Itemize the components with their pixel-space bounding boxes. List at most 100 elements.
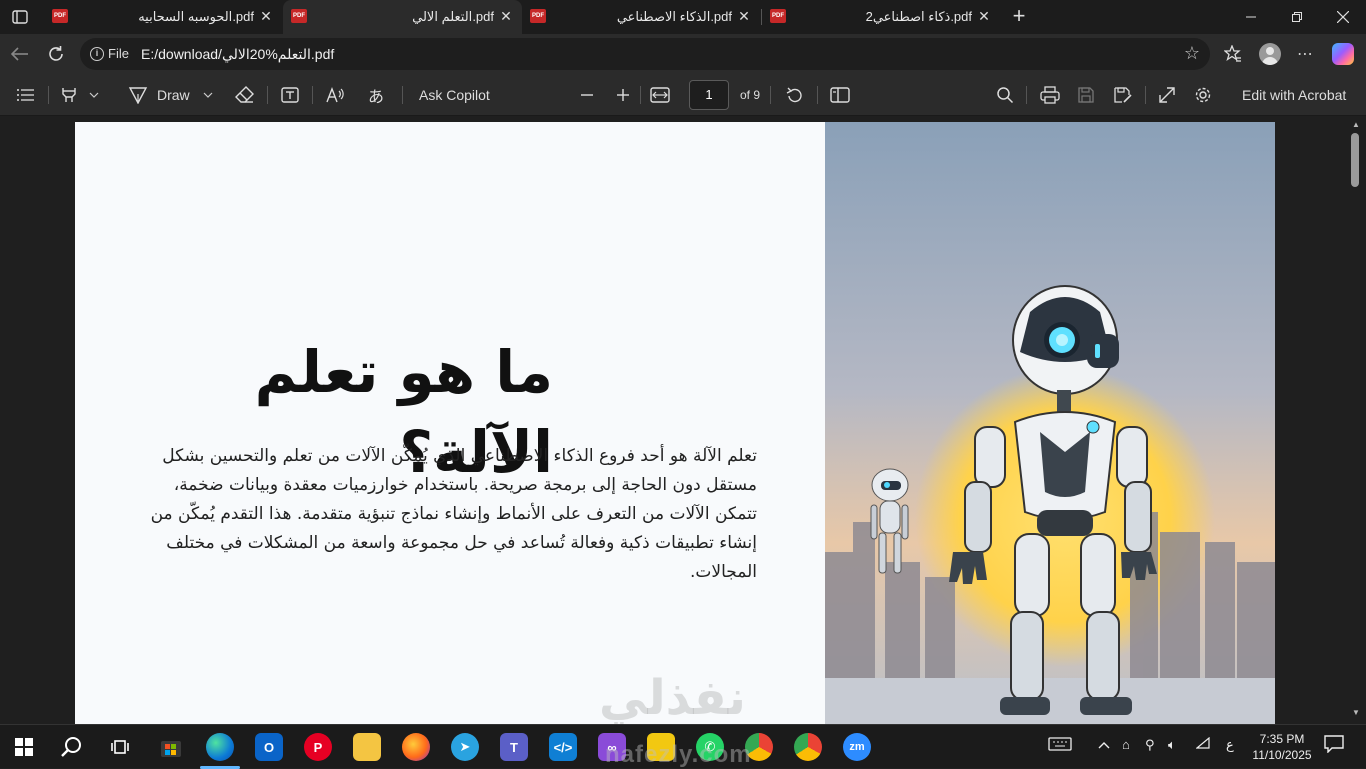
- file-explorer-icon[interactable]: [353, 733, 381, 761]
- page-number-input[interactable]: 1: [689, 80, 729, 110]
- clock-time: 7:35 PM: [1259, 732, 1305, 746]
- address-bar-row: i File E:/download/التعلم%20الالي.pdf ☆ …: [0, 34, 1366, 74]
- search-button[interactable]: [58, 733, 86, 761]
- fit-to-page-button[interactable]: [650, 82, 670, 108]
- close-tab-icon[interactable]: ✕: [498, 8, 514, 24]
- network-icon[interactable]: ⚲: [1145, 737, 1155, 753]
- pdf-toolbar: Draw あ Ask Copilot 1 of 9 Edit with Acro…: [0, 74, 1366, 116]
- telegram-icon[interactable]: ➤: [451, 733, 479, 761]
- draw-button[interactable]: Draw: [128, 82, 190, 108]
- save-button[interactable]: [1077, 82, 1095, 108]
- add-text-button[interactable]: [280, 82, 300, 108]
- clock[interactable]: 7:35 PM 11/10/2025: [1250, 731, 1314, 763]
- ask-copilot-button[interactable]: Ask Copilot: [419, 82, 490, 108]
- print-button[interactable]: [1040, 82, 1060, 108]
- url-text[interactable]: E:/download/التعلم%20الالي.pdf: [141, 46, 334, 63]
- translate-button[interactable]: あ: [368, 82, 384, 108]
- favorites-icon: [1224, 45, 1241, 62]
- scrollbar-thumb[interactable]: [1351, 133, 1359, 187]
- tab-cloud-computing[interactable]: PDF الحوسبه السحابيه.pdf ✕: [44, 0, 282, 34]
- copilot-icon[interactable]: [1332, 43, 1354, 65]
- find-button[interactable]: [996, 82, 1014, 108]
- address-bar[interactable]: i File E:/download/التعلم%20الالي.pdf ☆: [80, 38, 1210, 70]
- input-language-indicator[interactable]: ع: [1226, 737, 1234, 753]
- vertical-tabs-icon: [12, 10, 28, 24]
- pinterest-icon[interactable]: P: [304, 733, 332, 761]
- minimize-icon: [1246, 16, 1256, 18]
- tab-machine-learning[interactable]: PDF التعلم الالي.pdf ✕: [283, 0, 522, 34]
- task-view-button[interactable]: [106, 733, 134, 761]
- toolbar-divider: [312, 86, 313, 104]
- edit-with-acrobat-button[interactable]: Edit with Acrobat: [1242, 82, 1346, 108]
- new-tab-button[interactable]: +: [1006, 4, 1032, 30]
- microsoft-store-icon[interactable]: [157, 733, 185, 761]
- zoom-icon[interactable]: zm: [843, 733, 871, 761]
- zoom-in-button[interactable]: [616, 82, 630, 108]
- close-window-button[interactable]: [1320, 0, 1366, 34]
- tab-artificial-intelligence[interactable]: PDF الذكاء الاصطناعي.pdf ✕: [522, 0, 760, 34]
- minimize-button[interactable]: [1228, 0, 1274, 34]
- wifi-icon[interactable]: [1195, 736, 1210, 752]
- back-button[interactable]: [6, 40, 34, 68]
- rotate-button[interactable]: [785, 82, 805, 108]
- save-as-button[interactable]: [1113, 82, 1133, 108]
- read-aloud-button[interactable]: [325, 82, 345, 108]
- title-bar: PDF الحوسبه السحابيه.pdf ✕ PDF التعلم ال…: [0, 0, 1366, 34]
- page-total: of 9: [740, 88, 761, 102]
- slide-text-panel: ما هو تعلم الآلة؟ تعلم الآلة هو أحد فروع…: [75, 122, 825, 724]
- start-button[interactable]: [10, 733, 38, 761]
- scroll-up-icon[interactable]: ▲: [1351, 120, 1361, 130]
- info-icon[interactable]: i: [90, 47, 104, 61]
- pdf-icon: PDF: [530, 9, 546, 23]
- close-tab-icon[interactable]: ✕: [976, 8, 992, 24]
- favorite-star-icon[interactable]: ☆: [1184, 43, 1200, 64]
- refresh-icon: [49, 46, 63, 61]
- pdf-viewer[interactable]: ما هو تعلم الآلة؟ تعلم الآلة هو أحد فروع…: [0, 116, 1366, 724]
- erase-button[interactable]: [235, 82, 255, 108]
- pdf-icon: PDF: [291, 9, 307, 23]
- close-tab-icon[interactable]: ✕: [258, 8, 274, 24]
- vscode-icon[interactable]: </>: [549, 733, 577, 761]
- highlight-button[interactable]: [60, 82, 78, 108]
- draw-options-button[interactable]: [203, 82, 213, 108]
- robot-image: [825, 122, 1275, 724]
- draw-label: Draw: [157, 87, 190, 103]
- volume-icon[interactable]: 🔈︎: [1168, 737, 1176, 753]
- close-tab-icon[interactable]: ✕: [736, 8, 752, 24]
- edge-browser-icon[interactable]: [206, 733, 234, 761]
- page-total-label: of 9: [740, 82, 760, 108]
- restore-button[interactable]: [1274, 0, 1320, 34]
- pdf-icon: PDF: [770, 9, 786, 23]
- outlook-icon[interactable]: O: [255, 733, 283, 761]
- refresh-button[interactable]: [42, 40, 70, 68]
- toolbar-divider: [1145, 86, 1146, 104]
- chrome-profile-icon[interactable]: [794, 733, 822, 761]
- favorites-button[interactable]: [1220, 41, 1246, 67]
- tab-ai-2[interactable]: PDF ذكاء اصطناعي2.pdf ✕: [762, 0, 1000, 34]
- zoom-out-button[interactable]: [580, 82, 594, 108]
- vertical-scrollbar[interactable]: ▲ ▼: [1346, 116, 1366, 724]
- back-arrow-icon: [11, 47, 28, 61]
- toolbar-divider: [817, 86, 818, 104]
- keyboard-icon[interactable]: [1048, 737, 1072, 754]
- full-screen-button[interactable]: [1158, 82, 1176, 108]
- pdf-page: ما هو تعلم الآلة؟ تعلم الآلة هو أحد فروع…: [75, 122, 1275, 724]
- notifications-button[interactable]: [1324, 735, 1344, 756]
- contents-button[interactable]: [16, 82, 36, 108]
- app-tray-icon[interactable]: ⌂: [1122, 737, 1130, 752]
- rotate-icon: [786, 87, 802, 103]
- highlight-options-button[interactable]: [89, 82, 99, 108]
- more-options-button[interactable]: ⋯: [1292, 41, 1318, 67]
- page-view-button[interactable]: [830, 82, 850, 108]
- show-hidden-icons-chevron-up-icon[interactable]: [1098, 737, 1110, 752]
- edit-acrobat-label: Edit with Acrobat: [1242, 87, 1347, 103]
- profile-avatar[interactable]: [1259, 43, 1281, 65]
- task-view-icon: [111, 740, 129, 754]
- text-box-icon: [281, 87, 299, 103]
- settings-button[interactable]: [1194, 82, 1212, 108]
- tab-actions-button[interactable]: [0, 0, 40, 34]
- scroll-down-icon[interactable]: ▼: [1351, 708, 1361, 718]
- pdf-icon: PDF: [52, 9, 68, 23]
- teams-icon[interactable]: T: [500, 733, 528, 761]
- firefox-icon[interactable]: [402, 733, 430, 761]
